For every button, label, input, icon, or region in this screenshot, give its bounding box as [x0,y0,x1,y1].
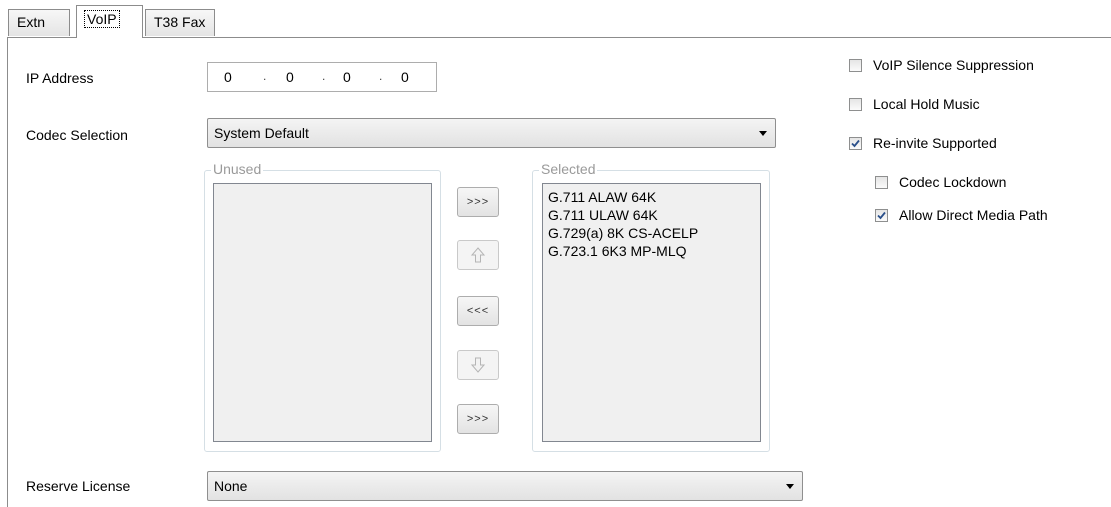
tab-voip-label: VoIP [84,10,120,28]
checkbox-label: Allow Direct Media Path [899,207,1048,223]
ip-separator: . [322,69,326,83]
checkmark-icon [851,139,860,148]
tab-extn[interactable]: Extn [8,9,70,36]
move-down-button[interactable] [457,350,499,380]
tab-extn-label: Extn [17,14,46,30]
reserve-license-dropdown[interactable]: None [207,471,803,501]
ip-address-label: IP Address [26,70,94,86]
codec-selection-value: System Default [214,125,309,141]
checkbox-box[interactable] [875,176,888,189]
tab-t38-fax[interactable]: T38 Fax [145,9,215,36]
ip-octet-2: 0 [286,69,294,85]
checkbox-label: Re-invite Supported [873,135,997,151]
unused-group-title: Unused [211,161,264,177]
checkbox-label: Local Hold Music [873,96,980,112]
list-item[interactable]: G.729(a) 8K CS-ACELP [543,224,760,242]
chevron-down-icon [786,484,794,489]
list-item[interactable]: G.711 ULAW 64K [543,206,760,224]
selected-group-title: Selected [539,161,598,177]
arrow-down-icon [470,357,486,373]
ip-octet-4: 0 [401,69,409,85]
selected-group: Selected G.711 ALAW 64K G.711 ULAW 64K G… [532,161,770,452]
ip-address-field[interactable]: 0 . 0 . 0 . 0 [207,62,437,92]
codec-selection-label: Codec Selection [26,127,128,143]
selected-codec-list[interactable]: G.711 ALAW 64K G.711 ULAW 64K G.729(a) 8… [542,183,761,442]
checkbox-box[interactable] [849,59,862,72]
reserve-license-label: Reserve License [26,478,131,494]
list-item[interactable]: G.723.1 6K3 MP-MLQ [543,242,760,260]
checkbox-box[interactable] [849,137,862,150]
checkbox-label: VoIP Silence Suppression [873,57,1034,73]
move-up-button[interactable] [457,240,499,270]
list-item[interactable]: G.711 ALAW 64K [543,188,760,206]
codec-selection-dropdown[interactable]: System Default [207,118,776,148]
unused-group: Unused [204,161,441,452]
checkbox-box[interactable] [849,98,862,111]
checkmark-icon [877,211,886,220]
remove-codec-button[interactable]: <<< [457,296,499,326]
reserve-license-value: None [214,478,248,494]
ip-octet-1: 0 [224,69,232,85]
add-codec-button[interactable]: >>> [457,187,499,217]
ip-separator: . [263,69,267,83]
add-all-codecs-button[interactable]: >>> [457,404,499,434]
tab-voip[interactable]: VoIP [76,5,143,38]
ip-octet-3: 0 [343,69,351,85]
ip-separator: . [379,69,383,83]
unused-codec-list[interactable] [213,183,432,442]
tab-t38-fax-label: T38 Fax [154,14,206,30]
checkbox-label: Codec Lockdown [899,174,1007,190]
checkbox-box[interactable] [875,209,888,222]
arrow-up-icon [470,247,486,263]
chevron-down-icon [759,131,767,136]
